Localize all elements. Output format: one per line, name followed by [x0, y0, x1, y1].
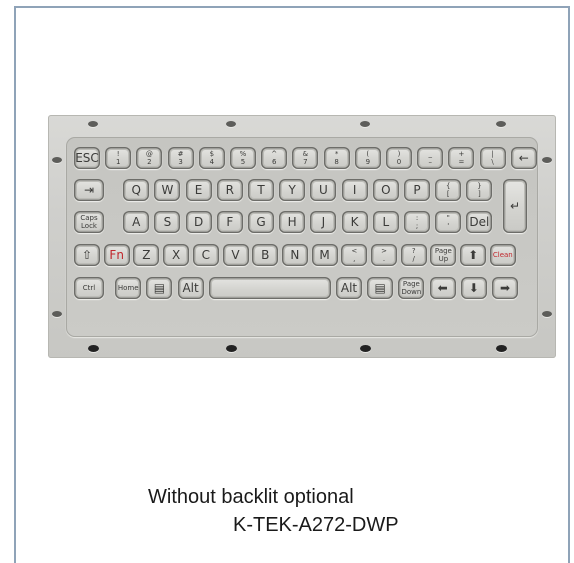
key-r3-7[interactable]: J — [310, 211, 337, 233]
key-r4-6[interactable]: B — [252, 244, 279, 266]
key-r1-14[interactable]: ← — [510, 147, 537, 169]
key-r5-3[interactable]: Alt — [177, 277, 204, 299]
key-r5-2[interactable]: ▤ — [146, 277, 173, 299]
mount-hole — [52, 311, 62, 317]
key-r4-13[interactable]: ⬆ — [460, 244, 487, 266]
key-r1-6[interactable]: ^ 6 — [261, 147, 288, 169]
key-r3-0[interactable]: Caps Lock — [74, 211, 104, 233]
key-r4-4[interactable]: C — [192, 244, 219, 266]
key-r2-2[interactable]: W — [154, 179, 181, 201]
key-r1-2[interactable]: @2 — [136, 147, 163, 169]
key-r4-9[interactable]: <, — [341, 244, 368, 266]
keyboard-panel: ESC! 1 @2 #3 $4% 5 ^ 6 & 7 * 8(9) 0 _ – + = | \ ← ⇥ Q W E R T Y U I O… — [48, 115, 556, 358]
key-r1-10[interactable]: ) 0 — [386, 147, 412, 169]
key-r3-8[interactable]: K — [341, 211, 368, 233]
key-r3-11[interactable]: " ' — [435, 211, 462, 233]
key-r5-7[interactable]: Page Down — [398, 277, 425, 299]
key-r5-5[interactable]: Alt — [336, 277, 362, 299]
key-r3-9[interactable]: L — [372, 211, 399, 233]
key-r2-9[interactable]: O — [372, 179, 399, 201]
key-r2-3[interactable]: E — [185, 179, 212, 201]
enter-key[interactable]: ↵ — [503, 179, 527, 233]
key-r3-3[interactable]: D — [185, 211, 212, 233]
mount-hole — [88, 121, 98, 127]
key-r4-3[interactable]: X — [163, 244, 190, 266]
key-r5-8[interactable]: ⬅ — [429, 277, 456, 299]
key-r1-11[interactable]: _ – — [417, 147, 444, 169]
key-r3-2[interactable]: S — [154, 211, 181, 233]
mount-hole — [360, 121, 370, 127]
mount-hole — [496, 121, 506, 127]
key-r2-1[interactable]: Q — [123, 179, 150, 201]
key-r5-1[interactable]: Home — [115, 277, 142, 299]
key-r4-12[interactable]: Page Up — [430, 244, 457, 266]
mount-hole — [360, 345, 371, 352]
mount-hole — [542, 157, 552, 163]
key-r1-4[interactable]: $4 — [198, 147, 225, 169]
key-r3-1[interactable]: A — [123, 211, 150, 233]
key-r4-14[interactable]: Clean — [489, 244, 516, 266]
key-r4-11[interactable]: ? / — [400, 244, 427, 266]
key-r5-9[interactable]: ⬇ — [460, 277, 487, 299]
key-r3-10[interactable]: :; — [404, 211, 430, 233]
mount-hole — [496, 345, 507, 352]
spacebar-key[interactable] — [208, 277, 331, 299]
key-r4-2[interactable]: Z — [133, 244, 160, 266]
key-r1-7[interactable]: & 7 — [292, 147, 319, 169]
key-r4-0[interactable]: ⇧ — [74, 244, 100, 266]
key-r4-5[interactable]: V — [222, 244, 249, 266]
key-r1-12[interactable]: + = — [448, 147, 475, 169]
key-r2-10[interactable]: P — [404, 179, 430, 201]
key-r1-8[interactable]: * 8 — [323, 147, 350, 169]
key-r3-5[interactable]: G — [248, 211, 274, 233]
key-r2-6[interactable]: Y — [279, 179, 306, 201]
mount-hole — [226, 121, 236, 127]
caption-line-1: Without backlit optional — [148, 486, 354, 508]
key-r2-8[interactable]: I — [341, 179, 368, 201]
key-r1-3[interactable]: #3 — [167, 147, 194, 169]
key-r2-0[interactable]: ⇥ — [74, 179, 104, 201]
key-r3-12[interactable]: Del — [466, 211, 493, 233]
key-r1-5[interactable]: % 5 — [230, 147, 256, 169]
mount-hole — [88, 345, 99, 352]
key-r3-6[interactable]: H — [279, 211, 306, 233]
key-r2-7[interactable]: U — [310, 179, 337, 201]
key-r3-4[interactable]: F — [216, 211, 243, 233]
key-r2-11[interactable]: {[ — [435, 179, 462, 201]
key-r4-8[interactable]: M — [311, 244, 338, 266]
keyboard-bezel: ESC! 1 @2 #3 $4% 5 ^ 6 & 7 * 8(9) 0 _ – + = | \ ← ⇥ Q W E R T Y U I O… — [66, 137, 538, 337]
mount-hole — [226, 345, 237, 352]
key-r5-6[interactable]: ▤ — [367, 277, 394, 299]
key-r1-1[interactable]: ! 1 — [105, 147, 132, 169]
key-r2-12[interactable]: }] — [466, 179, 493, 201]
key-r4-7[interactable]: N — [281, 244, 308, 266]
key-r2-5[interactable]: T — [248, 179, 274, 201]
key-r4-10[interactable]: >. — [371, 244, 397, 266]
key-r2-4[interactable]: R — [216, 179, 243, 201]
mount-hole — [542, 311, 552, 317]
key-r5-10[interactable]: ➡ — [492, 277, 518, 299]
key-r5-0[interactable]: Ctrl — [74, 277, 104, 299]
key-r1-9[interactable]: (9 — [354, 147, 381, 169]
key-r4-1[interactable]: Fn — [103, 244, 130, 266]
caption-model-number: K-TEK-A272-DWP — [233, 514, 399, 536]
key-r1-0[interactable]: ESC — [74, 147, 100, 169]
key-r1-13[interactable]: | \ — [479, 147, 506, 169]
mount-hole — [52, 157, 62, 163]
